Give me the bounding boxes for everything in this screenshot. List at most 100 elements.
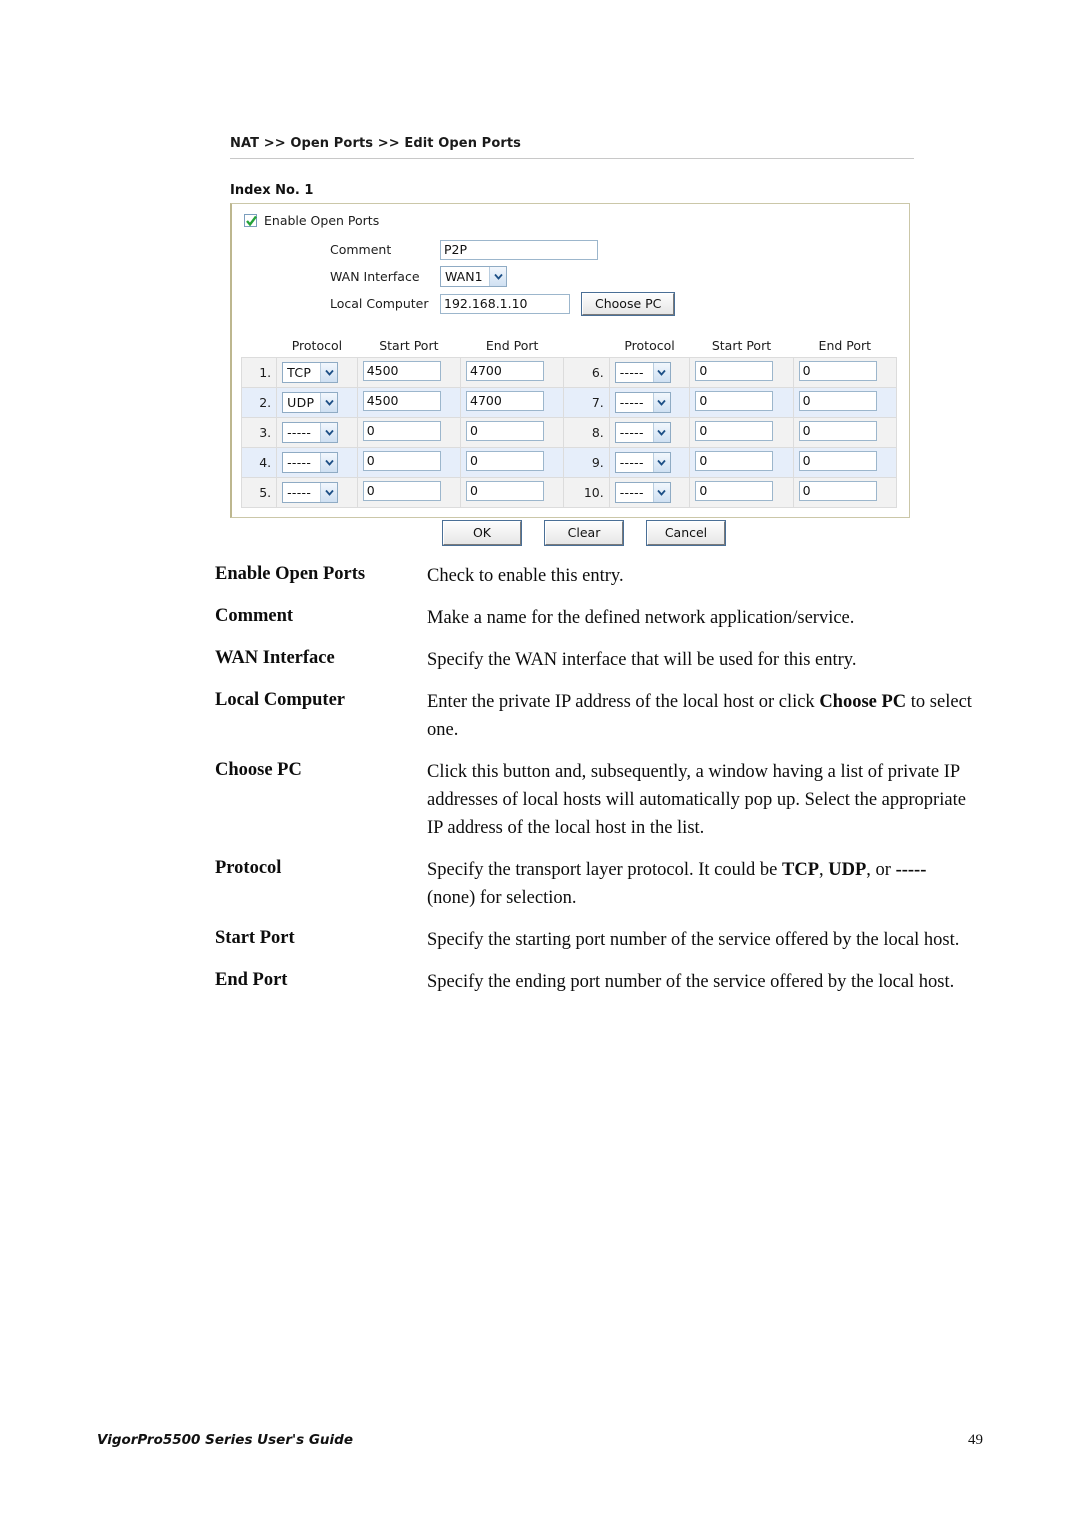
start-port-cell-right: 0 bbox=[689, 477, 794, 508]
protocol-select[interactable]: ----- bbox=[614, 362, 671, 383]
start-port-cell-right: 0 bbox=[689, 417, 794, 448]
end-port-input[interactable]: 0 bbox=[798, 481, 877, 501]
row-number-left: 1. bbox=[240, 357, 278, 388]
wan-interface-select[interactable]: WAN1 bbox=[440, 266, 507, 287]
end-port-input[interactable]: 4700 bbox=[466, 391, 544, 411]
description-part: Make a name for the defined network appl… bbox=[427, 608, 855, 628]
protocol-value: TCP bbox=[287, 365, 312, 380]
chevron-down-icon[interactable] bbox=[652, 423, 670, 442]
open-ports-panel: Enable Open Ports Comment P2P WAN Interf… bbox=[230, 203, 910, 518]
end-port-input[interactable]: 4700 bbox=[466, 361, 544, 381]
description-term: Comment bbox=[215, 606, 294, 626]
protocol-value: ----- bbox=[619, 395, 644, 410]
start-port-cell-left: 0 bbox=[356, 447, 462, 478]
local-computer-label: Local Computer bbox=[330, 296, 429, 311]
end-port-input[interactable]: 0 bbox=[798, 421, 877, 441]
start-port-input[interactable]: 0 bbox=[362, 481, 441, 501]
header-blank-left bbox=[241, 337, 277, 358]
protocol-value: ----- bbox=[619, 425, 644, 440]
protocol-select[interactable]: TCP bbox=[282, 362, 339, 383]
protocol-select[interactable]: ----- bbox=[282, 482, 339, 503]
start-port-input[interactable]: 0 bbox=[362, 421, 441, 441]
wan-interface-value: WAN1 bbox=[445, 269, 483, 284]
page-footer: VigorPro5500 Series User's Guide 49 bbox=[97, 1432, 983, 1449]
start-port-input[interactable]: 4500 bbox=[362, 361, 441, 381]
protocol-select[interactable]: ----- bbox=[282, 422, 339, 443]
description-part: Specify the starting port number of the … bbox=[427, 930, 960, 950]
protocol-value: UDP bbox=[287, 395, 315, 410]
protocol-select[interactable]: ----- bbox=[282, 452, 339, 473]
header-protocol-right: Protocol bbox=[609, 337, 690, 358]
enable-open-ports-checkbox[interactable] bbox=[244, 214, 257, 227]
chevron-down-icon[interactable] bbox=[652, 393, 670, 412]
end-port-input[interactable]: 0 bbox=[798, 451, 877, 471]
header-start-port-right: Start Port bbox=[689, 337, 794, 358]
local-computer-input[interactable]: 192.168.1.10 bbox=[440, 293, 570, 314]
end-port-input[interactable]: 0 bbox=[798, 361, 877, 381]
chevron-down-icon[interactable] bbox=[652, 453, 670, 472]
chevron-down-icon[interactable] bbox=[652, 483, 670, 502]
end-port-cell-right: 0 bbox=[792, 357, 898, 388]
row-number-right: 8. bbox=[563, 417, 610, 448]
protocol-select[interactable]: ----- bbox=[614, 422, 671, 443]
description-part: , bbox=[819, 860, 829, 880]
description-row: Enable Open Ports Check to enable this e… bbox=[215, 562, 975, 590]
comment-input[interactable]: P2P bbox=[440, 239, 598, 260]
start-port-input[interactable]: 0 bbox=[695, 421, 774, 441]
choose-pc-button[interactable]: Choose PC bbox=[580, 291, 676, 316]
end-port-input[interactable]: 0 bbox=[466, 451, 544, 471]
protocol-select[interactable]: ----- bbox=[614, 452, 671, 473]
start-port-cell-right: 0 bbox=[689, 447, 794, 478]
open-ports-form: Enable Open Ports Comment P2P WAN Interf… bbox=[232, 204, 909, 327]
end-port-input[interactable]: 0 bbox=[798, 391, 877, 411]
protocol-select[interactable]: UDP bbox=[282, 392, 339, 413]
end-port-input[interactable]: 0 bbox=[466, 481, 544, 501]
start-port-input[interactable]: 0 bbox=[362, 451, 441, 471]
description-row: Start Port Specify the starting port num… bbox=[215, 926, 975, 954]
enable-open-ports-row[interactable]: Enable Open Ports bbox=[244, 213, 909, 228]
description-part: , or bbox=[866, 860, 896, 880]
cancel-button[interactable]: Cancel bbox=[646, 520, 726, 546]
ports-table-header-row: Protocol Start Port End Port Protocol St… bbox=[241, 337, 897, 358]
chevron-down-icon[interactable] bbox=[320, 453, 338, 472]
chevron-down-icon[interactable] bbox=[320, 483, 338, 502]
start-port-input[interactable]: 0 bbox=[695, 451, 774, 471]
document-page: NAT >> Open Ports >> Edit Open Ports Ind… bbox=[0, 0, 1080, 1528]
protocol-select[interactable]: ----- bbox=[614, 392, 671, 413]
chevron-down-icon[interactable] bbox=[489, 267, 506, 286]
protocol-cell-left: ----- bbox=[276, 417, 358, 448]
chevron-down-icon[interactable] bbox=[320, 393, 338, 412]
description-row: Local Computer Enter the private IP addr… bbox=[215, 688, 975, 744]
row-number-right: 9. bbox=[563, 447, 610, 478]
chevron-down-icon[interactable] bbox=[320, 423, 338, 442]
start-port-input[interactable]: 0 bbox=[695, 481, 774, 501]
protocol-cell-left: TCP bbox=[276, 357, 358, 388]
protocol-select[interactable]: ----- bbox=[614, 482, 671, 503]
table-row: 3. ----- 0 0 8. ----- 0 0 bbox=[240, 417, 898, 448]
clear-button[interactable]: Clear bbox=[544, 520, 624, 546]
table-row: 2. UDP 4500 4700 7. ----- 0 0 bbox=[240, 387, 898, 418]
description-text: Specify the starting port number of the … bbox=[427, 926, 975, 954]
start-port-input[interactable]: 0 bbox=[695, 361, 774, 381]
header-end-port-left: End Port bbox=[460, 337, 564, 358]
description-term: WAN Interface bbox=[215, 648, 335, 668]
start-port-input[interactable]: 4500 bbox=[362, 391, 441, 411]
chevron-down-icon[interactable] bbox=[652, 363, 670, 382]
end-port-input[interactable]: 0 bbox=[466, 421, 544, 441]
protocol-cell-left: UDP bbox=[276, 387, 358, 418]
protocol-cell-right: ----- bbox=[608, 357, 691, 388]
start-port-input[interactable]: 0 bbox=[695, 391, 774, 411]
start-port-cell-left: 0 bbox=[356, 477, 462, 508]
description-part: Click this button and, subsequently, a w… bbox=[427, 762, 966, 838]
table-row: 1. TCP 4500 4700 6. ----- 0 0 bbox=[240, 357, 898, 388]
comment-row: Comment P2P bbox=[244, 236, 909, 263]
chevron-down-icon[interactable] bbox=[320, 363, 338, 382]
end-port-cell-right: 0 bbox=[792, 447, 898, 478]
ok-button[interactable]: OK bbox=[442, 520, 522, 546]
description-row: Protocol Specify the transport layer pro… bbox=[215, 856, 975, 912]
end-port-cell-right: 0 bbox=[792, 417, 898, 448]
protocol-value: ----- bbox=[287, 455, 312, 470]
ports-table: Protocol Start Port End Port Protocol St… bbox=[240, 337, 898, 508]
protocol-value: ----- bbox=[619, 485, 644, 500]
description-row: Comment Make a name for the defined netw… bbox=[215, 604, 975, 632]
